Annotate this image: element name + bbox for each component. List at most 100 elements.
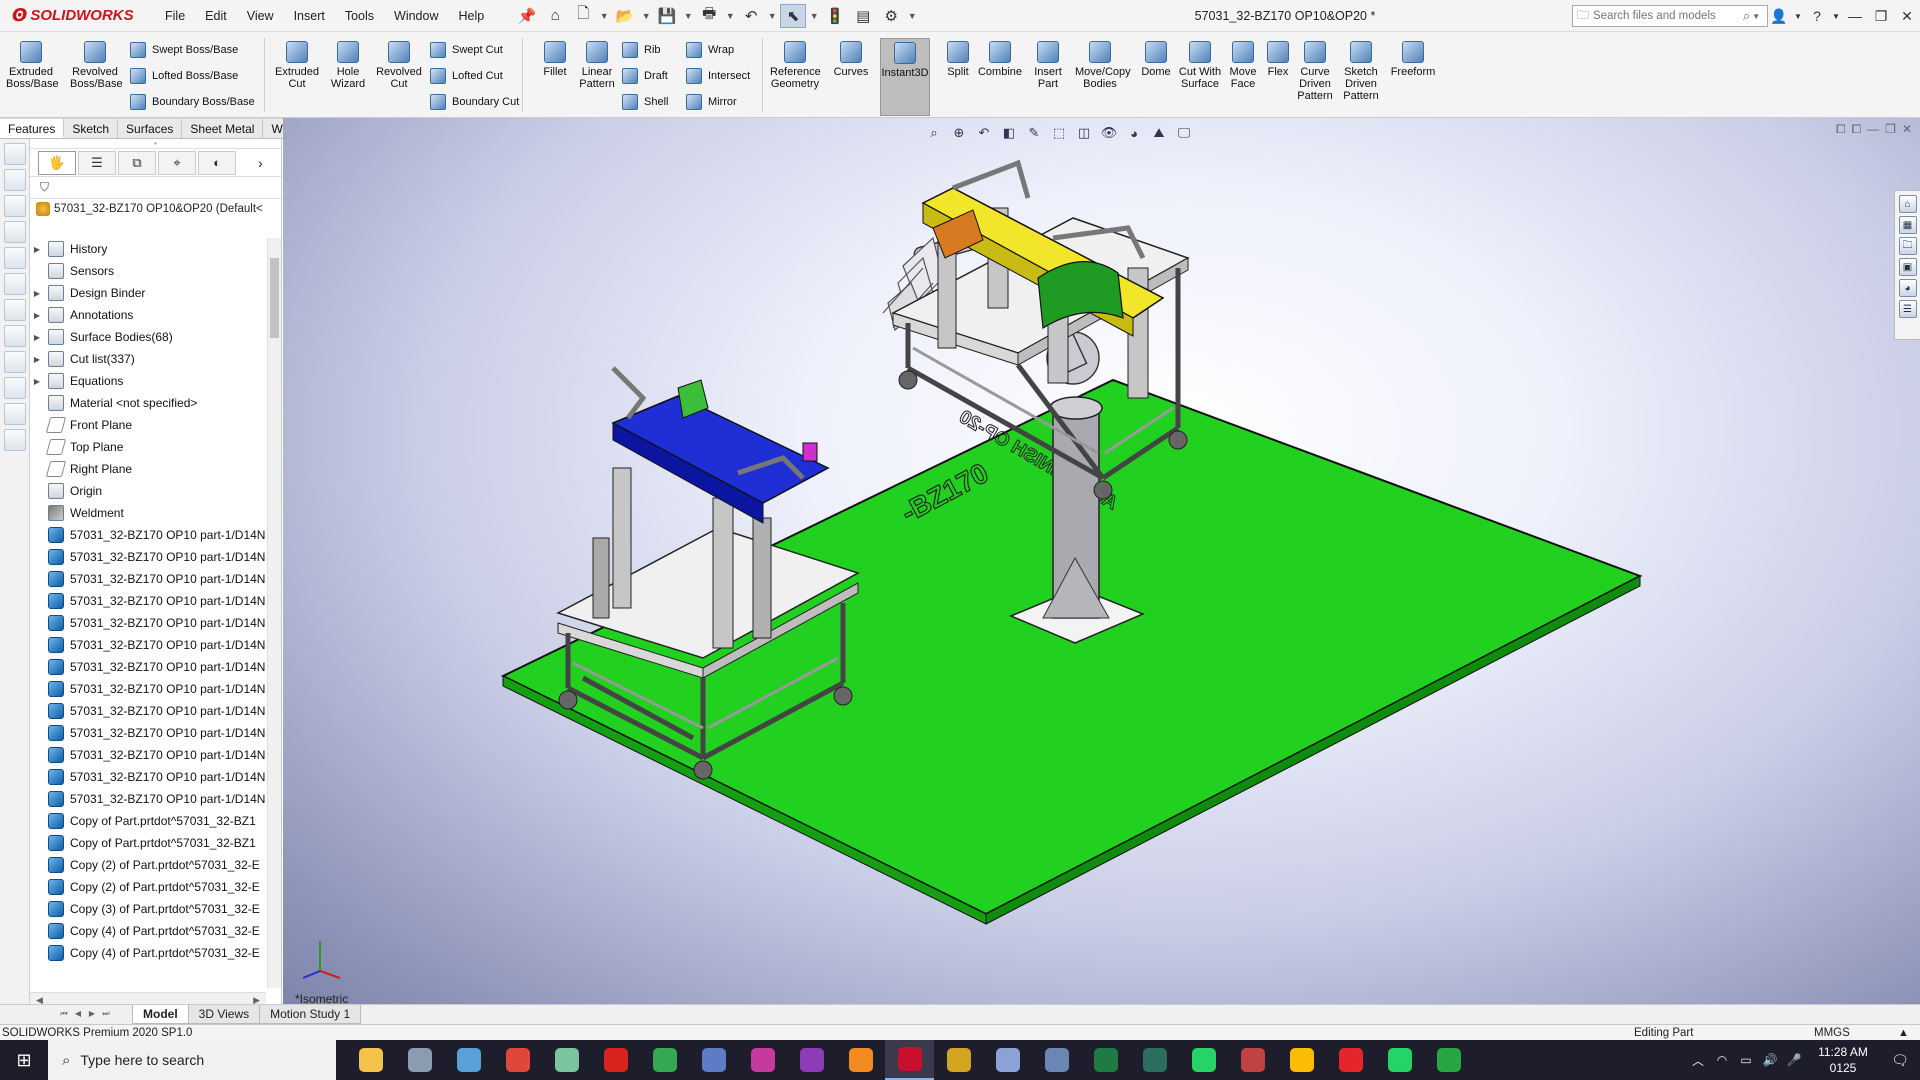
magnifier-icon[interactable]: ⌕ [1743, 8, 1750, 24]
app-icon-11[interactable] [836, 1040, 885, 1080]
menu-file[interactable]: File [155, 0, 195, 32]
chevron-right-icon[interactable]: › [258, 155, 263, 171]
ribbon-rib-button[interactable]: Rib [622, 38, 661, 62]
ribbon-move-copy-bodies-button[interactable]: Move/Copy Bodies [1075, 38, 1131, 116]
tree-item[interactable]: Right Plane [30, 458, 266, 480]
tree-item[interactable]: Top Plane [30, 436, 266, 458]
record-icon[interactable] [591, 1040, 640, 1080]
chevron-down-icon[interactable]: ▼ [766, 4, 778, 28]
tree-item[interactable]: 57031_32-BZ170 OP10 part-1/D14N [30, 656, 266, 678]
strip-tool-icon[interactable] [3, 325, 26, 347]
strip-tool-icon[interactable] [3, 403, 26, 425]
bottom-tab-motion-study-1[interactable]: Motion Study 1 [259, 1005, 362, 1024]
menu-help[interactable]: Help [449, 0, 495, 32]
propertymanager-tab-icon[interactable]: ☰ [78, 150, 116, 175]
ribbon-intersect-button[interactable]: Intersect [686, 64, 750, 88]
ribbon-lofted-boss-base-button[interactable]: Lofted Boss/Base [130, 64, 238, 88]
tree-item[interactable]: ▶ Surface Bodies(68) [30, 326, 266, 348]
strip-tool-icon[interactable] [3, 377, 26, 399]
configurationmanager-tab-icon[interactable]: ⧉ [118, 150, 156, 175]
tree-item[interactable]: 57031_32-BZ170 OP10 part-1/D14N [30, 590, 266, 612]
microphone-icon[interactable]: 🎤 [1782, 1053, 1806, 1067]
ribbon-curves-button[interactable]: Curves [826, 38, 876, 116]
chevron-down-icon[interactable]: ▼ [808, 4, 820, 28]
app-icon-5[interactable] [542, 1040, 591, 1080]
tree-vertical-scrollbar[interactable] [267, 238, 281, 988]
tree-item[interactable]: 57031_32-BZ170 OP10 part-1/D14N [30, 524, 266, 546]
filter-icon[interactable]: ⛉ [30, 177, 281, 199]
ribbon-revolved-cut-button[interactable]: Revolved Cut [374, 38, 424, 116]
chevron-down-icon[interactable]: ▼ [906, 4, 918, 28]
expand-arrow-icon[interactable]: ▶ [30, 333, 44, 342]
undo-icon[interactable]: ↶ [738, 4, 764, 28]
ribbon-shell-button[interactable]: Shell [622, 90, 668, 114]
chrome-icon-2[interactable] [640, 1040, 689, 1080]
open-folder-icon[interactable]: 📂 [612, 4, 638, 28]
app-icon-2[interactable] [395, 1040, 444, 1080]
bottom-tab-model[interactable]: Model [132, 1005, 189, 1024]
expand-arrow-icon[interactable]: ▶ [30, 289, 44, 298]
tree-item[interactable]: 57031_32-BZ170 OP10 part-1/D14N [30, 568, 266, 590]
strip-tool-icon[interactable] [3, 351, 26, 373]
tree-item[interactable]: ▶ Equations [30, 370, 266, 392]
windows-start-icon[interactable]: ⊞ [0, 1040, 48, 1080]
app-icon-19[interactable] [1228, 1040, 1277, 1080]
taskbar-search[interactable]: ⌕ Type here to search [48, 1040, 336, 1080]
ribbon-curve-driven-pattern-button[interactable]: Curve Driven Pattern [1290, 38, 1340, 116]
file-explorer-icon[interactable] [346, 1040, 395, 1080]
ribbon-insert-part-button[interactable]: Insert Part [1023, 38, 1073, 116]
chevron-down-icon[interactable]: ▼ [724, 4, 736, 28]
tree-item[interactable]: 57031_32-BZ170 OP10 part-1/D14N [30, 634, 266, 656]
save-icon[interactable]: 💾 [654, 4, 680, 28]
expand-arrow-icon[interactable]: ▶ [30, 355, 44, 364]
app-icon-14[interactable] [983, 1040, 1032, 1080]
tree-item[interactable]: Copy (3) of Part.prtdot^57031_32-E [30, 898, 266, 920]
chevron-down-icon[interactable]: ▼ [682, 4, 694, 28]
wifi-icon[interactable]: ◠ [1710, 1053, 1734, 1067]
calculator-icon[interactable] [689, 1040, 738, 1080]
help-icon[interactable]: ? [1804, 0, 1830, 32]
print-icon[interactable]: 🖶 [696, 4, 722, 28]
app-icon-23[interactable] [1424, 1040, 1473, 1080]
tray-expand-icon[interactable]: ︿ [1686, 1052, 1710, 1069]
solidworks-icon[interactable] [885, 1040, 934, 1080]
menu-view[interactable]: View [237, 0, 284, 32]
ribbon-freeform-button[interactable]: Freeform [1388, 38, 1438, 116]
strip-tool-icon[interactable] [3, 247, 26, 269]
instagram-icon[interactable] [738, 1040, 787, 1080]
tree-item[interactable]: 57031_32-BZ170 OP10 part-1/D14N [30, 722, 266, 744]
excel-icon[interactable] [1081, 1040, 1130, 1080]
strip-tool-icon[interactable] [3, 195, 26, 217]
next-tab-icon[interactable]: ▶ [86, 1009, 98, 1021]
tree-item[interactable]: ▶ Cut list(337) [30, 348, 266, 370]
whatsapp-icon-2[interactable] [1375, 1040, 1424, 1080]
ribbon-reference-geometry-button[interactable]: Reference Geometry [770, 38, 821, 116]
close-icon[interactable]: ✕ [1894, 0, 1920, 32]
app-icon-15[interactable] [1032, 1040, 1081, 1080]
ribbon-extruded-cut-button[interactable]: Extruded Cut [272, 38, 322, 116]
tree-item[interactable]: Weldment [30, 502, 266, 524]
options-gear-icon[interactable]: ⚙ [878, 4, 904, 28]
ribbon-hole-wizard-button[interactable]: Hole Wizard [323, 38, 373, 116]
dimxpert-tab-icon[interactable]: ⌖ [158, 150, 196, 175]
app-icon-10[interactable] [787, 1040, 836, 1080]
ribbon-wrap-button[interactable]: Wrap [686, 38, 734, 62]
whatsapp-icon[interactable] [1179, 1040, 1228, 1080]
ribbon-dome-button[interactable]: Dome [1131, 38, 1181, 116]
ribbon-revolved-boss-base-button[interactable]: Revolved Boss/Base [70, 38, 123, 116]
app-icon-21[interactable] [1326, 1040, 1375, 1080]
tree-item[interactable]: Origin [30, 480, 266, 502]
chevron-down-icon[interactable]: ▼ [1830, 0, 1842, 32]
new-document-icon[interactable]: 🗋 [570, 4, 596, 28]
menu-tools[interactable]: Tools [335, 0, 384, 32]
user-account-icon[interactable]: 👤 [1766, 0, 1792, 32]
tab-sheet-metal[interactable]: Sheet Metal [182, 118, 264, 138]
chevron-down-icon[interactable]: ▼ [598, 4, 610, 28]
strip-tool-icon[interactable] [3, 299, 26, 321]
restore-icon[interactable]: ❐ [1868, 0, 1894, 32]
tree-item[interactable]: Copy (4) of Part.prtdot^57031_32-E [30, 942, 266, 964]
menu-edit[interactable]: Edit [195, 0, 237, 32]
ribbon-boundary-boss-base-button[interactable]: Boundary Boss/Base [130, 90, 255, 114]
volume-icon[interactable]: 🔊 [1758, 1053, 1782, 1067]
customize-icon[interactable]: ▲ [1898, 1027, 1909, 1039]
